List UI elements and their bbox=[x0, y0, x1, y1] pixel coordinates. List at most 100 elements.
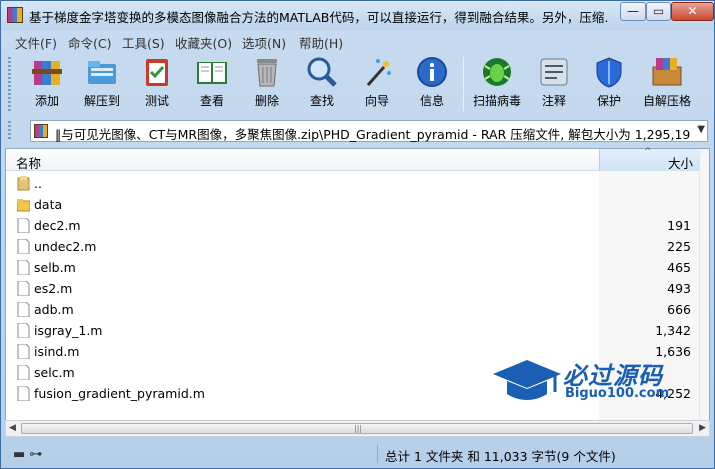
minimize-button[interactable]: — bbox=[620, 2, 646, 21]
graduation-cap-logo bbox=[493, 360, 561, 400]
table-row[interactable]: undec2.m 225 bbox=[6, 236, 699, 257]
title-bar[interactable]: 基于梯度金字塔变换的多模态图像融合方法的MATLAB代码，可以直接运行，得到融合… bbox=[1, 1, 714, 30]
menu-options[interactable]: 选项(N) bbox=[242, 33, 286, 52]
status-text: 总计 1 文件夹 和 11,033 字节(9 个文件) bbox=[385, 449, 616, 464]
test-clipboard-icon bbox=[146, 59, 168, 86]
wizard-label: 向导 bbox=[364, 94, 389, 108]
file-icon bbox=[17, 239, 30, 254]
row-name: fusion_gradient_pyramid.m bbox=[34, 386, 205, 401]
address-path[interactable]: ‖与可见光图像、CT与MR图像，多聚焦图像.zip\PHD_Gradient_p… bbox=[55, 124, 691, 143]
drive-key-icons[interactable]: ▬ ⊶ bbox=[13, 447, 42, 462]
list-header: 名称 ^ 大小 bbox=[6, 147, 699, 172]
table-row[interactable]: .. bbox=[6, 173, 699, 194]
scroll-right-icon[interactable]: ▶ bbox=[699, 423, 706, 433]
row-name: selc.m bbox=[34, 365, 75, 380]
add-button[interactable]: 添加 bbox=[21, 55, 73, 109]
delete-label: 删除 bbox=[254, 94, 279, 108]
close-button[interactable]: ✕ bbox=[671, 2, 714, 21]
file-icon bbox=[17, 218, 30, 233]
table-row[interactable]: es2.m 493 bbox=[6, 278, 699, 299]
row-name: es2.m bbox=[34, 281, 73, 296]
sfx-label: 自解压格 bbox=[642, 94, 691, 108]
toolbar: 添加 解压到 测试 查看 删除 查找 向导 信息 扫描病毒 注释 保护 自解压格 bbox=[1, 51, 714, 115]
row-size: 225 bbox=[667, 239, 691, 254]
toolbar-grip[interactable] bbox=[8, 57, 11, 111]
delete-button[interactable]: 删除 bbox=[241, 55, 293, 109]
row-size: 493 bbox=[667, 281, 691, 296]
info-label: 信息 bbox=[419, 94, 444, 108]
row-name: .. bbox=[34, 176, 42, 191]
horizontal-scrollbar[interactable]: ◀ ||| ▶ bbox=[5, 420, 710, 437]
info-button[interactable]: 信息 bbox=[406, 55, 458, 109]
row-name: dec2.m bbox=[34, 218, 81, 233]
address-field[interactable]: ‖与可见光图像、CT与MR图像，多聚焦图像.zip\PHD_Gradient_p… bbox=[30, 120, 708, 142]
extract-to-label: 解压到 bbox=[83, 94, 120, 108]
file-icon bbox=[17, 365, 30, 380]
file-icon bbox=[17, 260, 30, 275]
column-size-header[interactable]: ^ 大小 bbox=[599, 147, 699, 171]
watermark: 必过源码 Biguo100.com bbox=[491, 356, 701, 406]
find-button[interactable]: 查找 bbox=[296, 55, 348, 109]
magnifier-icon bbox=[307, 57, 337, 87]
file-icon bbox=[17, 323, 30, 338]
table-row[interactable]: selb.m 465 bbox=[6, 257, 699, 278]
view-book-icon bbox=[197, 62, 227, 84]
virus-scan-icon bbox=[483, 58, 511, 86]
folder-icon bbox=[17, 199, 30, 212]
row-size: 666 bbox=[667, 302, 691, 317]
comment-button[interactable]: 注释 bbox=[528, 55, 580, 109]
protect-label: 保护 bbox=[596, 94, 621, 108]
wizard-button[interactable]: 向导 bbox=[351, 55, 403, 109]
column-name-header[interactable]: 名称 bbox=[16, 153, 41, 172]
add-books-icon bbox=[32, 61, 62, 85]
scroll-left-icon[interactable]: ◀ bbox=[9, 423, 16, 433]
status-separator bbox=[377, 445, 378, 463]
address-grip[interactable] bbox=[8, 121, 11, 141]
test-label: 测试 bbox=[144, 94, 169, 108]
address-dropdown-icon[interactable]: ▼ bbox=[697, 124, 705, 135]
file-icon bbox=[17, 281, 30, 296]
table-row[interactable]: dec2.m 191 bbox=[6, 215, 699, 236]
address-bar: ‖与可见光图像、CT与MR图像，多聚焦图像.zip\PHD_Gradient_p… bbox=[1, 117, 714, 145]
row-size: 465 bbox=[667, 260, 691, 275]
scroll-thumb[interactable]: ||| bbox=[21, 423, 693, 434]
find-label: 查找 bbox=[309, 94, 334, 108]
scroll-grip-icon: ||| bbox=[354, 424, 363, 433]
winrar-window: 基于梯度金字塔变换的多模态图像融合方法的MATLAB代码，可以直接运行，得到融合… bbox=[0, 0, 715, 469]
row-name: undec2.m bbox=[34, 239, 97, 254]
status-bar: ▬ ⊶ 总计 1 文件夹 和 11,033 字节(9 个文件) bbox=[1, 441, 714, 468]
protect-button[interactable]: 保护 bbox=[583, 55, 635, 109]
view-label: 查看 bbox=[199, 94, 224, 108]
menu-favorites[interactable]: 收藏夹(O) bbox=[175, 33, 232, 52]
row-name: selb.m bbox=[34, 260, 76, 275]
menu-commands[interactable]: 命令(C) bbox=[68, 33, 111, 52]
test-button[interactable]: 测试 bbox=[131, 55, 183, 109]
wizard-wand-icon bbox=[366, 59, 391, 86]
file-icon bbox=[17, 344, 30, 359]
row-size: 1,342 bbox=[655, 323, 691, 338]
row-name: adb.m bbox=[34, 302, 74, 317]
menu-bar: 文件(F) 命令(C) 工具(S) 收藏夹(O) 选项(N) 帮助(H) bbox=[1, 30, 714, 52]
maximize-button[interactable]: ▭ bbox=[646, 2, 671, 21]
watermark-en: Biguo100.com bbox=[565, 386, 670, 401]
winrar-app-icon[interactable] bbox=[7, 7, 23, 23]
column-size-label: 大小 bbox=[667, 156, 693, 171]
table-row[interactable]: data bbox=[6, 194, 699, 215]
table-row[interactable]: isgray_1.m 1,342 bbox=[6, 320, 699, 341]
row-name: isind.m bbox=[34, 344, 80, 359]
menu-help[interactable]: 帮助(H) bbox=[299, 33, 343, 52]
view-button[interactable]: 查看 bbox=[186, 55, 238, 109]
trash-icon bbox=[257, 59, 277, 87]
sfx-button[interactable]: 自解压格 bbox=[641, 55, 693, 109]
menu-file[interactable]: 文件(F) bbox=[15, 33, 57, 52]
virus-scan-label: 扫描病毒 bbox=[472, 94, 521, 108]
row-size: 191 bbox=[667, 218, 691, 233]
extract-folder-icon bbox=[88, 61, 116, 84]
info-icon bbox=[417, 57, 447, 87]
table-row[interactable]: adb.m 666 bbox=[6, 299, 699, 320]
virus-scan-button[interactable]: 扫描病毒 bbox=[471, 55, 523, 109]
parent-folder-icon bbox=[17, 176, 30, 191]
menu-tools[interactable]: 工具(S) bbox=[122, 33, 165, 52]
extract-to-button[interactable]: 解压到 bbox=[76, 55, 128, 109]
toolbar-separator bbox=[463, 57, 464, 111]
